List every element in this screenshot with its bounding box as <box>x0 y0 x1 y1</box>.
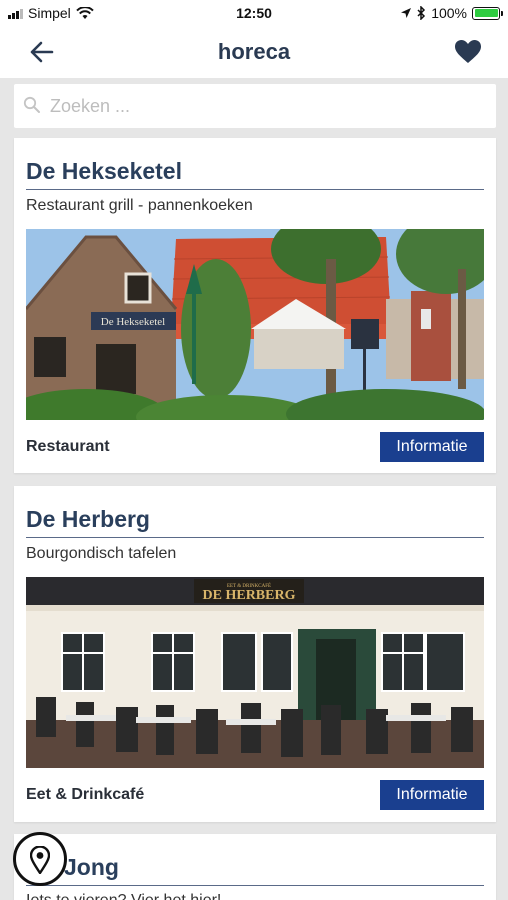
title-divider <box>26 537 484 538</box>
restaurant-sign: De Hekseketel <box>101 316 165 328</box>
page-title: horeca <box>217 39 291 64</box>
listing-type: Restaurant <box>26 438 110 455</box>
listing-subtitle: Iets te vieren? Vier het hier! <box>26 892 221 900</box>
listing-subtitle: Restaurant grill - pannenkoeken <box>26 197 253 214</box>
info-button[interactable]: Informatie <box>380 780 484 810</box>
listing-photo: EET & DRINKCAFÉ DE HERBERG <box>26 577 484 768</box>
title-divider <box>26 885 484 886</box>
battery-icon <box>472 6 503 20</box>
nav-bar: horeca <box>0 26 508 78</box>
location-arrow-icon <box>401 8 412 18</box>
listing-title: Jong <box>64 854 119 880</box>
bluetooth-icon <box>417 6 426 20</box>
status-bar: Simpel 12:50 100% <box>0 0 508 26</box>
map-pin-icon <box>30 846 50 874</box>
listing-title: De Hekseketel <box>26 158 182 184</box>
heart-icon[interactable] <box>454 39 482 65</box>
map-button[interactable] <box>13 832 67 886</box>
info-button[interactable]: Informatie <box>380 432 484 462</box>
listing-card[interactable]: De Hekseketel Restaurant grill - pannenk… <box>14 138 496 473</box>
status-right: 100% <box>400 5 503 21</box>
listing-card[interactable]: Jong Iets te vieren? Vier het hier! <box>14 834 496 900</box>
battery-fill <box>474 9 498 17</box>
title-divider <box>26 189 484 190</box>
listing-subtitle: Bourgondisch tafelen <box>26 545 177 562</box>
search-bar <box>14 84 496 128</box>
search-icon <box>23 96 40 113</box>
listing-photo: De Hekseketel <box>26 229 484 420</box>
herberg-sign: DE HERBERG <box>203 588 296 603</box>
battery-percent: 100% <box>431 5 467 21</box>
listing-title: De Herberg <box>26 506 150 532</box>
listing-card[interactable]: De Herberg Bourgondisch tafelen EET & DR… <box>14 486 496 822</box>
listing-type: Eet & Drinkcafé <box>26 786 145 803</box>
search-input[interactable] <box>50 92 480 120</box>
